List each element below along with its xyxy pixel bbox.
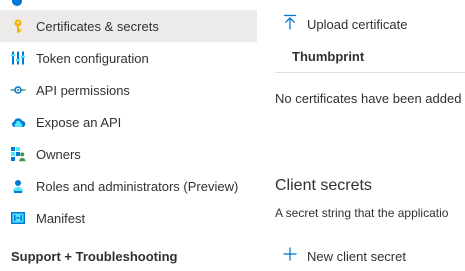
sidebar-item-manifest[interactable]: Manifest	[0, 202, 257, 234]
manifest-icon	[10, 210, 26, 226]
token-configuration-icon	[10, 50, 26, 66]
sidebar-item-token-configuration[interactable]: Token configuration	[0, 42, 257, 74]
table-divider	[275, 72, 465, 73]
upload-certificate-label: Upload certificate	[307, 16, 408, 32]
sidebar-item-label: API permissions	[36, 82, 130, 98]
sidebar-item-expose-an-api[interactable]: Expose an API	[0, 106, 257, 138]
key-icon	[10, 18, 26, 34]
empty-certificates-message: No certificates have been added	[275, 91, 462, 106]
upload-icon	[283, 14, 297, 35]
client-secrets-heading: Client secrets	[275, 177, 372, 194]
sidebar-item-label: Owners	[36, 146, 81, 162]
sidebar-item-roles-administrators[interactable]: Roles and administrators (Preview)	[0, 170, 257, 202]
main-content: Upload certificate Thumbprint No certifi…	[257, 0, 465, 271]
new-client-secret-button[interactable]: New client secret	[283, 245, 406, 267]
cloud-icon	[10, 114, 26, 130]
new-client-secret-label: New client secret	[307, 248, 406, 264]
upload-certificate-button[interactable]: Upload certificate	[283, 12, 407, 36]
api-permissions-icon	[10, 82, 26, 98]
sidebar-item-certificates-secrets[interactable]: Certificates & secrets	[0, 10, 257, 42]
sidebar-item-label: Token configuration	[36, 50, 149, 66]
sidebar-item-label: Roles and administrators (Preview)	[36, 178, 239, 194]
sidebar-item-label: Manifest	[36, 210, 86, 226]
sidebar-item-owners[interactable]: Owners	[0, 138, 257, 170]
owners-icon	[10, 146, 26, 162]
thumbprint-column-header[interactable]: Thumbprint	[292, 49, 364, 64]
client-secrets-description: A secret string that the applicatio	[275, 206, 449, 220]
sidebar-item-api-permissions[interactable]: API permissions	[0, 74, 257, 106]
partial-icon	[11, 0, 23, 6]
sidebar-item-label: Expose an API	[36, 114, 122, 130]
sidebar-item-partial[interactable]	[0, 0, 257, 8]
sidebar-item-label: Certificates & secrets	[36, 18, 159, 34]
roles-icon	[10, 178, 26, 194]
sidebar: Certificates & secrets Token configurati…	[0, 0, 257, 271]
plus-icon	[283, 247, 297, 266]
section-header-support: Support + Troubleshooting	[11, 249, 178, 264]
